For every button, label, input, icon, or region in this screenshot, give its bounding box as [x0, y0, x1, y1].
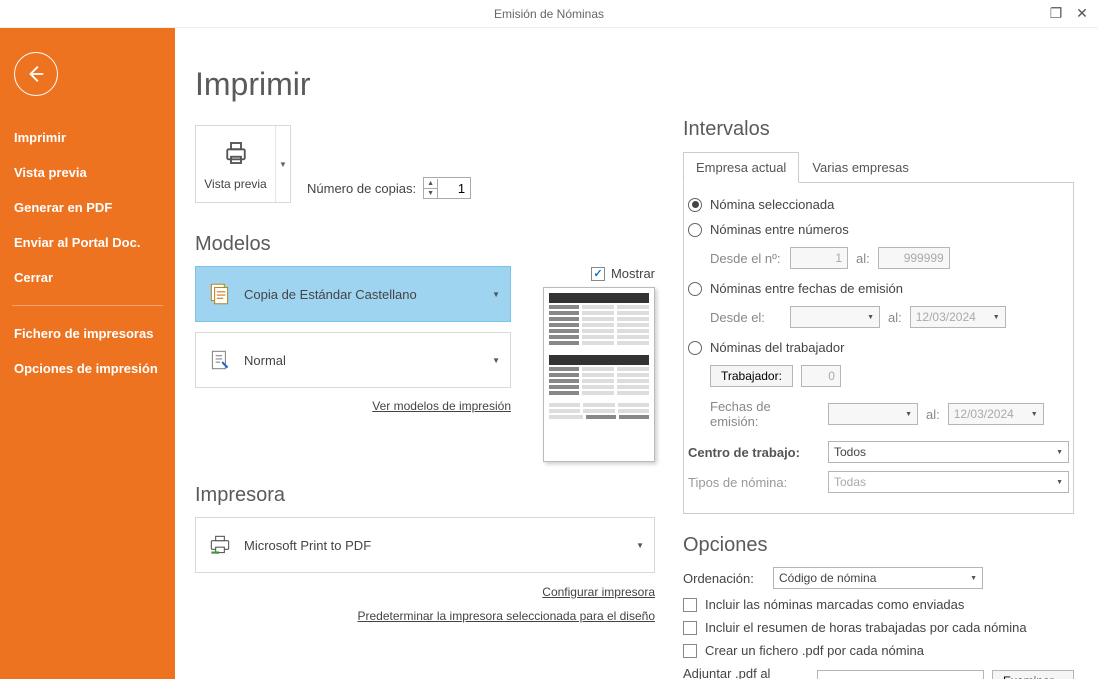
desde-el-label: Desde el: — [710, 310, 782, 325]
modelos-title: Modelos — [195, 233, 655, 256]
radio-label: Nóminas entre fechas de emisión — [710, 281, 903, 296]
vista-previa-box: Vista previa ▼ — [195, 125, 291, 203]
radio-nomina-seleccionada[interactable] — [688, 198, 702, 212]
cb-label: Crear un fichero .pdf por cada nómina — [705, 643, 924, 658]
vista-previa-dropdown[interactable]: ▼ — [276, 126, 290, 202]
sidebar-item-fichero-impresoras[interactable]: Fichero de impresoras — [0, 316, 175, 351]
title-bar: Emisión de Nóminas ❐ ✕ — [0, 0, 1098, 28]
adjuntar-label: Adjuntar .pdf al enviar: — [683, 666, 809, 679]
cb-incluir-enviadas[interactable] — [683, 598, 697, 612]
sidebar-divider — [12, 305, 163, 306]
num-copias-spinner[interactable]: ▲ ▼ — [423, 177, 471, 199]
window-title: Emisión de Nóminas — [494, 7, 604, 21]
vista-previa-label: Vista previa — [204, 177, 266, 191]
preview-thumbnail[interactable] — [543, 287, 655, 462]
sidebar-item-vista-previa[interactable]: Vista previa — [0, 155, 175, 190]
document-edit-icon — [206, 346, 234, 374]
vista-previa-button[interactable]: Vista previa — [196, 126, 276, 202]
tab-varias-empresas[interactable]: Varias empresas — [799, 152, 922, 183]
examinar-button[interactable]: Examinar... — [992, 670, 1074, 679]
sidebar-item-cerrar[interactable]: Cerrar — [0, 260, 175, 295]
cb-label: Incluir el resumen de horas trabajadas p… — [705, 620, 1027, 635]
spinner-down-icon[interactable]: ▼ — [424, 189, 437, 198]
impresora-title: Impresora — [195, 484, 655, 507]
chevron-down-icon: ▼ — [492, 356, 500, 365]
desde-n-label: Desde el nº: — [710, 251, 782, 266]
adjuntar-input[interactable] — [817, 670, 984, 679]
tipos-nomina-select[interactable]: Todas▼ — [828, 471, 1069, 493]
sidebar-item-opciones-impresion[interactable]: Opciones de impresión — [0, 351, 175, 386]
tab-empresa-actual[interactable]: Empresa actual — [683, 152, 799, 183]
radio-nominas-entre-fechas[interactable] — [688, 282, 702, 296]
mostrar-checkbox[interactable]: ✓ — [591, 267, 605, 281]
intervalos-title: Intervalos — [683, 118, 1074, 141]
printer-selector[interactable]: Microsoft Print to PDF ▼ — [195, 517, 655, 573]
fecha-hasta-select[interactable]: 12/03/2024▼ — [910, 306, 1006, 328]
fecha-emi-hasta-select[interactable]: 12/03/2024▼ — [948, 403, 1044, 425]
cb-incluir-resumen[interactable] — [683, 621, 697, 635]
centro-trabajo-select[interactable]: Todos▼ — [828, 441, 1069, 463]
trabajador-input[interactable] — [801, 365, 841, 387]
al-label: al: — [856, 251, 870, 266]
radio-label: Nóminas entre números — [710, 222, 849, 237]
cb-label: Incluir las nóminas marcadas como enviad… — [705, 597, 964, 612]
tipos-nomina-label: Tipos de nómina: — [688, 475, 818, 490]
ordenacion-select[interactable]: Código de nómina▼ — [773, 567, 983, 589]
mostrar-label: Mostrar — [611, 266, 655, 281]
model-row[interactable]: Normal ▼ — [195, 332, 511, 388]
intervalos-tabs: Empresa actual Varias empresas — [683, 151, 1074, 183]
al-label: al: — [926, 407, 940, 422]
sidebar-item-generar-pdf[interactable]: Generar en PDF — [0, 190, 175, 225]
chevron-down-icon: ▼ — [636, 541, 644, 550]
model-label: Normal — [244, 353, 286, 368]
printer-icon — [221, 138, 251, 171]
printer-name: Microsoft Print to PDF — [244, 538, 371, 553]
printer-device-icon — [206, 531, 234, 559]
radio-nominas-trabajador[interactable] — [688, 341, 702, 355]
num-copias-input[interactable] — [438, 181, 470, 196]
num-copias-label: Número de copias: — [307, 181, 416, 196]
radio-label: Nómina seleccionada — [710, 197, 834, 212]
sidebar: Imprimir Vista previa Generar en PDF Env… — [0, 28, 175, 679]
sidebar-item-imprimir[interactable]: Imprimir — [0, 120, 175, 155]
close-icon[interactable]: ✕ — [1072, 4, 1092, 24]
page-title: Imprimir — [195, 66, 655, 103]
desde-n-input[interactable] — [790, 247, 848, 269]
opciones-title: Opciones — [683, 534, 1074, 557]
model-row-selected[interactable]: Copia de Estándar Castellano ▼ — [195, 266, 511, 322]
spinner-up-icon[interactable]: ▲ — [424, 179, 437, 189]
link-predeterminar-impresora[interactable]: Predeterminar la impresora seleccionada … — [195, 609, 655, 623]
maximize-icon[interactable]: ❐ — [1046, 4, 1066, 24]
fecha-emi-desde-select[interactable]: ▼ — [828, 403, 918, 425]
fecha-desde-select[interactable]: ▼ — [790, 306, 880, 328]
radio-label: Nóminas del trabajador — [710, 340, 844, 355]
radio-nominas-entre-numeros[interactable] — [688, 223, 702, 237]
link-configurar-impresora[interactable]: Configurar impresora — [195, 585, 655, 599]
trabajador-button[interactable]: Trabajador: — [710, 365, 793, 387]
sidebar-item-enviar-portal[interactable]: Enviar al Portal Doc. — [0, 225, 175, 260]
back-button[interactable] — [14, 52, 58, 96]
fechas-emision-label: Fechas de emisión: — [710, 399, 820, 429]
al-label: al: — [888, 310, 902, 325]
ordenacion-label: Ordenación: — [683, 571, 763, 586]
link-ver-modelos[interactable]: Ver modelos de impresión — [372, 399, 511, 413]
cb-crear-pdf[interactable] — [683, 644, 697, 658]
chevron-down-icon: ▼ — [492, 290, 500, 299]
hasta-n-input[interactable] — [878, 247, 950, 269]
model-label: Copia de Estándar Castellano — [244, 287, 417, 302]
document-copy-icon — [206, 280, 234, 308]
centro-trabajo-label: Centro de trabajo: — [688, 445, 818, 460]
